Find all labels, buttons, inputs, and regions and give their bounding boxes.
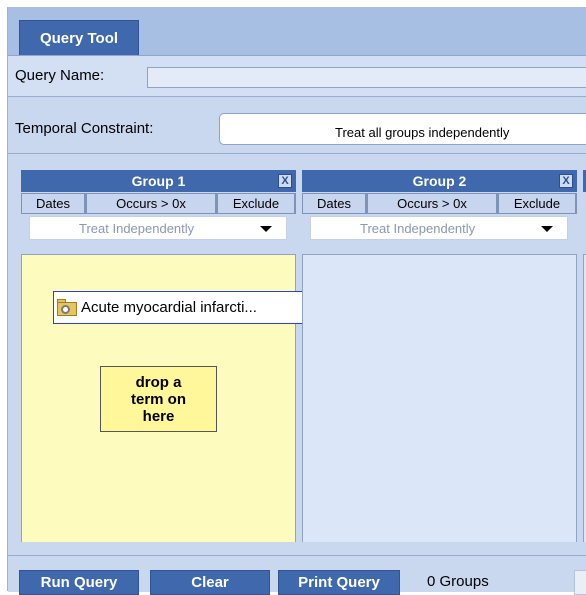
group-title: Group 1: [131, 173, 186, 189]
group-title: Group 2: [412, 173, 467, 189]
drop-target[interactable]: drop a term on here: [100, 366, 217, 432]
footer-control[interactable]: [574, 570, 586, 595]
clear-button[interactable]: Clear: [150, 570, 270, 595]
occurs-button[interactable]: Occurs > 0x: [86, 193, 216, 214]
concept-item[interactable]: Acute myocardial infarcti...: [53, 291, 319, 324]
group-1: Group 1 X Dates Occurs > 0x Exclude Trea…: [21, 170, 319, 542]
tab-query-tool[interactable]: Query Tool: [19, 20, 139, 55]
group-2: Group 2 X Dates Occurs > 0x Exclude Trea…: [302, 170, 577, 542]
temporal-constraint-row: Temporal Constraint: Treat all groups in…: [8, 107, 586, 147]
query-name-row: Query Name:: [8, 56, 586, 97]
treat-select[interactable]: Treat Independently: [310, 216, 568, 240]
query-name-label: Query Name:: [15, 67, 105, 84]
query-name-input[interactable]: [147, 67, 586, 88]
group-header: Group 2 X: [302, 170, 577, 192]
treat-select-value: Treat Independently: [79, 220, 195, 236]
run-query-button[interactable]: Run Query: [19, 570, 139, 595]
concept-label: Acute myocardial infarcti...: [81, 299, 257, 316]
group-options: Dates Occurs > 0x Exclude: [302, 193, 577, 214]
dates-button[interactable]: Dates: [302, 193, 366, 214]
query-tool-panel: Query Tool Query Name: Temporal Constrai…: [7, 7, 586, 595]
group-header: Group 1 X: [21, 170, 296, 192]
group-panel[interactable]: Acute myocardial infarcti... drop a term…: [21, 254, 319, 542]
close-icon[interactable]: X: [559, 174, 573, 188]
occurs-button[interactable]: Occurs > 0x: [367, 193, 497, 214]
temporal-constraint-select[interactable]: Treat all groups independently: [219, 113, 586, 145]
treat-select[interactable]: Treat Independently: [29, 216, 287, 240]
groups-count: 0 Groups: [427, 573, 489, 590]
group-options: Dates Occurs > 0x Exclude: [21, 193, 296, 214]
tab-bar: Query Tool: [8, 7, 586, 56]
exclude-button[interactable]: Exclude: [498, 193, 576, 214]
divider: [8, 153, 586, 154]
dropdown-arrow-icon: [541, 226, 553, 232]
group-panel[interactable]: [302, 254, 577, 542]
groups-area: Group 1 X Dates Occurs > 0x Exclude Trea…: [21, 164, 586, 542]
folder-search-icon: [57, 298, 77, 317]
print-query-button[interactable]: Print Query: [278, 570, 400, 595]
treat-select-value: Treat Independently: [360, 220, 476, 236]
dropdown-arrow-icon: [260, 226, 272, 232]
dates-button[interactable]: Dates: [21, 193, 85, 214]
footer-bar: Run Query Clear Print Query 0 Groups: [8, 555, 586, 595]
temporal-constraint-label: Temporal Constraint:: [15, 120, 154, 137]
close-icon[interactable]: X: [278, 174, 292, 188]
drop-hint: drop a term on here: [130, 373, 186, 425]
exclude-button[interactable]: Exclude: [217, 193, 295, 214]
